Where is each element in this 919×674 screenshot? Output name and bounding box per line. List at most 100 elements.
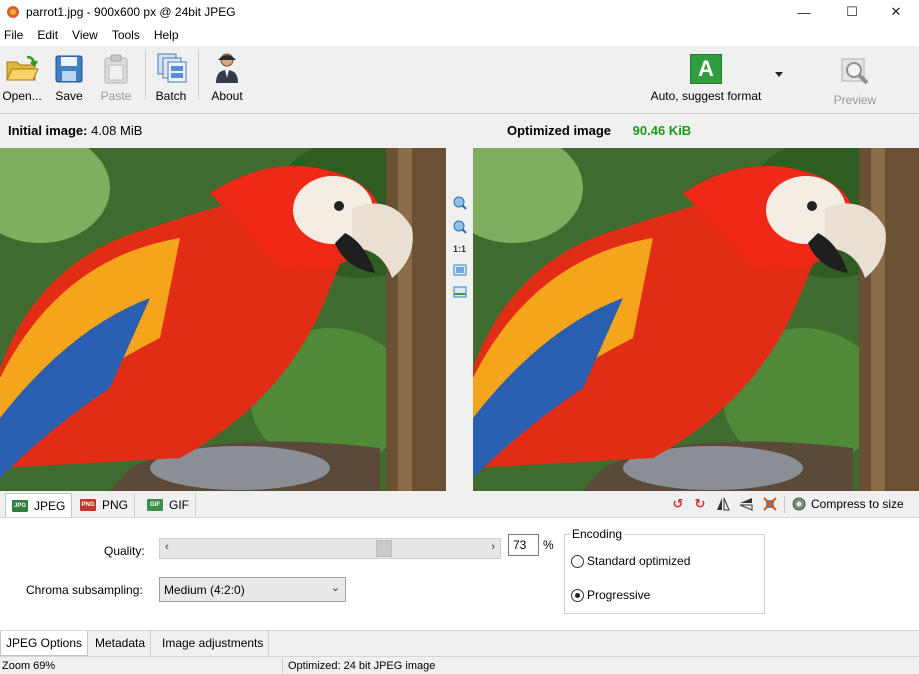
radio-standard-label: Standard optimized — [587, 554, 691, 568]
format-dropdown-arrow-icon[interactable] — [775, 72, 783, 77]
radio-progressive-label: Progressive — [587, 588, 651, 602]
slider-left-arrow-icon[interactable]: ‹ — [165, 541, 169, 553]
jpeg-options-panel: Quality: ‹ › 73 % Chroma subsampling: Me… — [0, 518, 919, 630]
initial-image-size: 4.08 MiB — [91, 123, 143, 138]
flip-horizontal-icon[interactable] — [715, 496, 731, 512]
toolbar-separator — [145, 50, 146, 100]
one-to-one-label: 1:1 — [452, 243, 466, 254]
zoom-in-icon — [453, 196, 467, 210]
tab-png[interactable]: PNG PNG — [74, 493, 136, 517]
batch-button[interactable]: Batch — [152, 46, 190, 104]
quality-slider[interactable]: ‹ › — [159, 538, 501, 559]
menu-bar: File Edit View Tools Help — [0, 24, 919, 46]
zoom-out-icon — [453, 220, 467, 234]
toolbar: Open... Save Paste Batch About A Auto, s… — [0, 46, 919, 114]
format-letter-icon: A — [690, 54, 722, 84]
tab-metadata[interactable]: Metadata — [90, 631, 152, 656]
parrot-image — [473, 148, 919, 491]
optimized-image-info: Optimized image 90.46 KiB — [507, 123, 691, 138]
options-tab-bar: JPEG Options Metadata Image adjustments — [0, 630, 919, 656]
tab-gif[interactable]: GIF GIF — [141, 493, 196, 517]
maximize-button[interactable]: ☐ — [829, 0, 875, 24]
about-label: About — [211, 89, 243, 103]
save-button[interactable]: Save — [50, 46, 88, 104]
encoding-group — [564, 534, 765, 614]
menu-view[interactable]: View — [65, 24, 105, 46]
paste-label: Paste — [100, 89, 132, 103]
tab-jpeg-label: JPEG — [34, 498, 66, 513]
optimized-image-label: Optimized image — [507, 123, 612, 138]
compare-view-icon — [453, 286, 466, 297]
tab-image-adjustments-label: Image adjustments — [162, 636, 264, 650]
tab-jpeg-options[interactable]: JPEG Options — [0, 631, 89, 656]
optimized-image-view[interactable] — [473, 148, 919, 491]
close-icon: ✕ — [890, 4, 902, 19]
quality-label: Quality: — [104, 544, 145, 558]
format-suggest-label: Auto, suggest format — [650, 89, 762, 103]
paste-button[interactable]: Paste — [97, 46, 135, 104]
close-button[interactable]: ✕ — [873, 0, 919, 24]
save-label: Save — [55, 89, 83, 103]
minimize-icon: — — [797, 4, 811, 20]
action-separator — [784, 496, 785, 513]
quality-slider-thumb[interactable] — [375, 540, 392, 557]
zoom-toolbar: 1:1 — [446, 148, 473, 491]
initial-image-label: Initial image: — [8, 123, 88, 138]
crop-resize-icon[interactable] — [762, 496, 778, 512]
compare-view-button[interactable] — [451, 283, 468, 300]
parrot-image — [0, 148, 446, 491]
format-suggest-button[interactable]: A Auto, suggest format — [638, 46, 774, 104]
menu-file[interactable]: File — [0, 24, 30, 46]
about-button[interactable]: About — [206, 46, 248, 104]
menu-tools[interactable]: Tools — [105, 24, 147, 46]
menu-edit[interactable]: Edit — [30, 24, 65, 46]
clipboard-icon — [104, 54, 128, 84]
tab-jpeg-options-label: JPEG Options — [6, 636, 83, 650]
rotate-right-icon[interactable]: ↻ — [692, 496, 708, 512]
preview-label: Preview — [833, 93, 877, 107]
tab-jpeg[interactable]: JPG JPEG — [5, 493, 73, 517]
radio-standard-optimized[interactable]: Standard optimized — [571, 554, 690, 568]
tab-image-adjustments[interactable]: Image adjustments — [157, 631, 270, 656]
png-file-icon: PNG — [80, 499, 96, 511]
tab-metadata-label: Metadata — [95, 636, 146, 650]
person-icon — [216, 53, 238, 83]
quality-value: 73 — [513, 538, 527, 552]
zoom-out-button[interactable] — [451, 218, 468, 235]
menu-help[interactable]: Help — [147, 24, 186, 46]
radio-progressive[interactable]: Progressive — [571, 588, 650, 602]
preview-button[interactable]: Preview — [826, 50, 884, 108]
chroma-subsampling-select[interactable]: Medium (4:2:0) ⌄ — [159, 577, 346, 602]
chevron-down-icon: ⌄ — [330, 582, 340, 594]
open-label: Open... — [2, 89, 42, 103]
percent-sign: % — [543, 538, 554, 552]
batch-images-icon — [157, 53, 187, 83]
status-info: Optimized: 24 bit JPEG image — [288, 660, 436, 672]
open-button[interactable]: Open... — [0, 46, 44, 104]
status-bar: Zoom 69% Optimized: 24 bit JPEG image — [0, 656, 919, 674]
magnifier-preview-icon — [841, 58, 869, 85]
slider-right-arrow-icon[interactable]: › — [491, 541, 495, 553]
gif-file-icon: GIF — [147, 499, 163, 511]
optimized-image-size: 90.46 KiB — [632, 123, 692, 138]
minimize-button[interactable]: — — [781, 0, 827, 24]
title-bar: parrot1.jpg - 900x600 px @ 24bit JPEG — … — [0, 0, 919, 24]
size-info-row: Initial image: 4.08 MiB Optimized image … — [0, 118, 919, 144]
flip-vertical-icon[interactable] — [738, 496, 754, 512]
quality-value-field[interactable]: 73 — [508, 534, 539, 556]
format-tab-bar: JPG JPEG PNG PNG GIF GIF ↺ ↻ Compress to… — [0, 491, 919, 518]
initial-image-view[interactable] — [0, 148, 446, 491]
zoom-in-button[interactable] — [451, 194, 468, 211]
chroma-subsampling-value: Medium (4:2:0) — [164, 583, 245, 597]
app-icon — [7, 6, 19, 18]
fit-to-window-button[interactable] — [451, 261, 468, 278]
radio-progressive-circle[interactable] — [571, 588, 584, 602]
window-title: parrot1.jpg - 900x600 px @ 24bit JPEG — [26, 5, 236, 19]
batch-label: Batch — [155, 89, 187, 103]
jpeg-file-icon: JPG — [12, 499, 28, 512]
radio-standard-circle[interactable] — [571, 554, 584, 568]
floppy-disk-icon — [55, 55, 83, 83]
zoom-actual-size-button[interactable]: 1:1 — [451, 240, 468, 257]
compress-to-size-button[interactable]: Compress to size — [791, 496, 904, 512]
rotate-left-icon[interactable]: ↺ — [670, 496, 686, 512]
